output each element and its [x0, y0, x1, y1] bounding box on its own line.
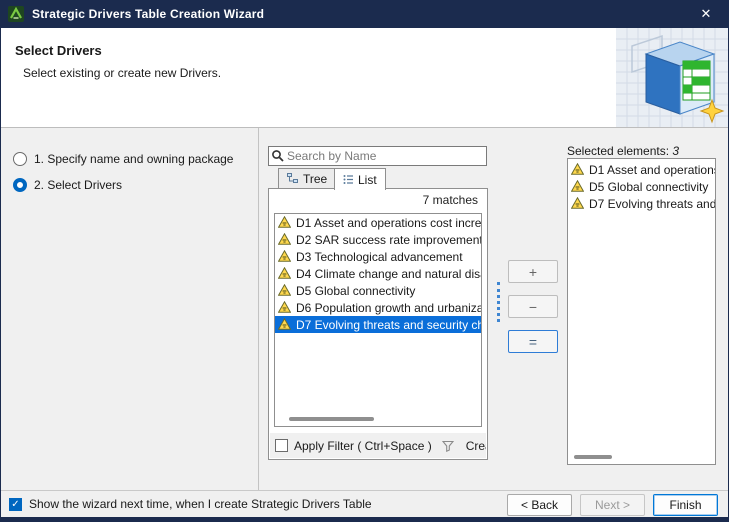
list-item-selected[interactable]: D7 Evolving threats and security challen…	[275, 316, 481, 333]
tab-list[interactable]: List	[334, 168, 386, 190]
list-item[interactable]: D1 Asset and operations cost increase	[275, 214, 481, 231]
selected-item-label: D5 Global connectivity	[589, 180, 708, 194]
dialog-body: Select Drivers Select existing or create…	[1, 28, 728, 517]
list-item[interactable]: D2 SAR success rate improvement	[275, 231, 481, 248]
list-item-label: D1 Asset and operations cost increase	[296, 216, 481, 230]
driver-icon	[278, 318, 292, 331]
wizard-window: Strategic Drivers Table Creation Wizard …	[0, 0, 729, 522]
driver-icon	[571, 197, 585, 210]
driver-icon	[278, 250, 292, 263]
page-subtitle: Select existing or create new Drivers.	[23, 66, 221, 80]
selected-item[interactable]: D5 Global connectivity	[568, 178, 715, 195]
selected-item-label: D1 Asset and operations cost increase	[589, 163, 715, 177]
search-box[interactable]	[268, 146, 487, 166]
footer-bar: ✓ Show the wizard next time, when I crea…	[1, 490, 728, 517]
list-item-label: D4 Climate change and natural disasters	[296, 267, 481, 281]
available-drivers-list[interactable]: D1 Asset and operations cost increase D2…	[274, 213, 482, 427]
close-icon[interactable]: ✕	[691, 2, 721, 26]
show-again-checkbox[interactable]: ✓	[9, 498, 22, 511]
list-item[interactable]: D6 Population growth and urbanization	[275, 299, 481, 316]
step-1-label: 1. Specify name and owning package	[34, 152, 233, 166]
tree-icon	[287, 173, 299, 184]
radio-step-1[interactable]	[13, 152, 27, 166]
selected-item[interactable]: D1 Asset and operations cost increase	[568, 161, 715, 178]
selected-elements-label: Selected elements: 3	[567, 144, 679, 158]
search-icon	[271, 149, 287, 163]
page-title: Select Drivers	[15, 43, 102, 58]
selected-elements-list[interactable]: D1 Asset and operations cost increase D5…	[567, 158, 716, 465]
selected-item-label: D7 Evolving threats and security challen…	[589, 197, 715, 211]
wizard-header: Select Drivers Select existing or create…	[1, 28, 728, 128]
search-input[interactable]	[287, 148, 486, 164]
driver-icon	[278, 284, 292, 297]
remove-button[interactable]: −	[508, 295, 558, 318]
apply-filter-checkbox[interactable]	[275, 439, 288, 452]
filter-funnel-icon	[442, 440, 454, 452]
driver-icon	[278, 216, 292, 229]
radio-step-2[interactable]	[13, 178, 27, 192]
scrollbar-thumb[interactable]	[574, 455, 612, 459]
selected-elements-text: Selected elements:	[567, 144, 669, 158]
step-1-option[interactable]: 1. Specify name and owning package	[13, 150, 233, 168]
finish-button[interactable]: Finish	[653, 494, 718, 516]
list-item[interactable]: D5 Global connectivity	[275, 282, 481, 299]
tab-list-label: List	[358, 173, 377, 187]
driver-icon	[278, 301, 292, 314]
driver-icon	[278, 233, 292, 246]
back-button[interactable]: < Back	[507, 494, 572, 516]
next-button: Next >	[580, 494, 645, 516]
list-icon	[343, 174, 354, 185]
list-item-label: D5 Global connectivity	[296, 284, 415, 298]
selected-item[interactable]: D7 Evolving threats and security challen…	[568, 195, 715, 212]
create-link[interactable]: Create	[466, 439, 486, 453]
list-item[interactable]: D3 Technological advancement	[275, 248, 481, 265]
selected-elements-count: 3	[672, 144, 679, 158]
replace-button[interactable]: =	[508, 330, 558, 353]
horizontal-scrollbar[interactable]	[570, 453, 713, 462]
tab-tree[interactable]: Tree	[278, 168, 336, 189]
show-again-label: Show the wizard next time, when I create…	[29, 497, 372, 511]
list-item-label: D7 Evolving threats and security challen…	[296, 318, 481, 332]
list-item-label: D2 SAR success rate improvement	[296, 233, 481, 247]
show-again-option[interactable]: ✓ Show the wizard next time, when I crea…	[9, 497, 372, 511]
wizard-illustration-image	[616, 28, 728, 127]
available-drivers-panel: 7 matches D1 Asset and operations cost i…	[268, 188, 488, 460]
driver-icon	[571, 180, 585, 193]
apply-filter-label: Apply Filter ( Ctrl+Space )	[294, 439, 432, 453]
tab-tree-label: Tree	[303, 172, 327, 186]
titlebar[interactable]: Strategic Drivers Table Creation Wizard …	[0, 0, 729, 28]
scrollbar-thumb[interactable]	[289, 417, 374, 421]
window-title: Strategic Drivers Table Creation Wizard	[32, 7, 691, 21]
driver-icon	[571, 163, 585, 176]
app-logo-icon	[8, 6, 24, 22]
filter-bar: Apply Filter ( Ctrl+Space ) Create	[270, 433, 486, 458]
step-2-label: 2. Select Drivers	[34, 178, 122, 192]
list-item-label: D6 Population growth and urbanization	[296, 301, 481, 315]
driver-icon	[278, 267, 292, 280]
list-item-label: D3 Technological advancement	[296, 250, 463, 264]
horizontal-scrollbar[interactable]	[277, 415, 479, 424]
matches-count: 7 matches	[423, 193, 478, 207]
list-item[interactable]: D4 Climate change and natural disasters	[275, 265, 481, 282]
add-button[interactable]: +	[508, 260, 558, 283]
splitter-handle[interactable]	[497, 282, 500, 322]
steps-panel: 1. Specify name and owning package 2. Se…	[1, 128, 259, 490]
step-2-option[interactable]: 2. Select Drivers	[13, 176, 122, 194]
